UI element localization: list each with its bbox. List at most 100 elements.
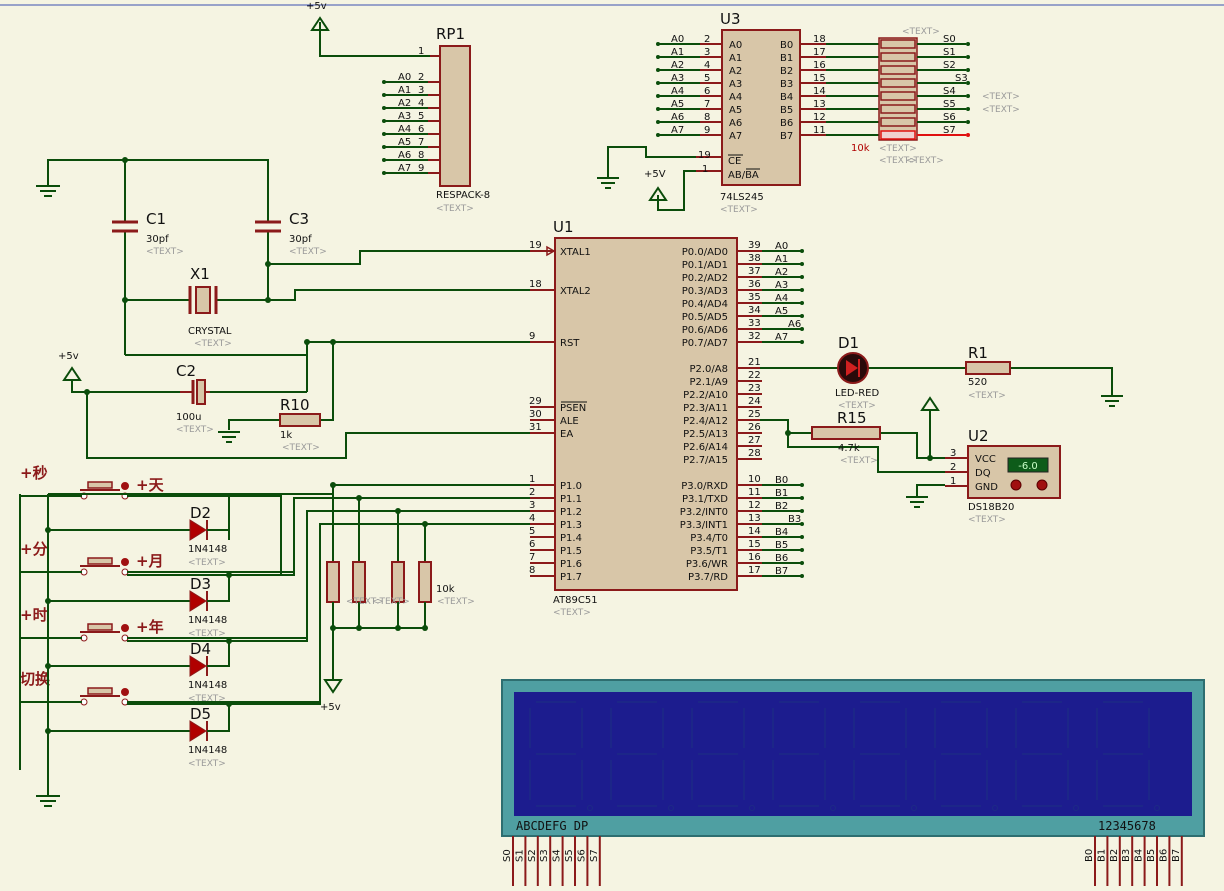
u1-pin-label: P3.4/T0 bbox=[690, 533, 728, 544]
rp1-pins: A0 2 A1 3 A2 4 A3 5 A4 6 A5 7 A6 8 A7 9 bbox=[382, 72, 440, 175]
net-terminal-dot bbox=[656, 42, 660, 46]
u3-pin-num: 18 bbox=[813, 34, 826, 45]
u1-pin-num: 12 bbox=[748, 500, 761, 511]
u1-pin-label: P3.3/INT1 bbox=[680, 520, 728, 531]
rp1-pin-num: 5 bbox=[418, 111, 424, 122]
pullup-resistor-body bbox=[326, 561, 340, 603]
u1-pin-label: P0.4/AD4 bbox=[682, 299, 728, 310]
u1-pin-label: P0.3/AD3 bbox=[682, 286, 728, 297]
button-label-left: +分 bbox=[20, 540, 48, 558]
u1-pin-num: 23 bbox=[748, 383, 761, 394]
push-button-cap[interactable] bbox=[87, 687, 113, 695]
vcc-label-reset: +5v bbox=[58, 351, 79, 362]
c1-ref: C1 bbox=[146, 210, 166, 228]
u1-pin-num: 30 bbox=[529, 409, 542, 420]
u1-net-label: A3 bbox=[775, 280, 788, 291]
r10-resistor[interactable]: R10 1k <TEXT> bbox=[279, 396, 321, 453]
u1-pin-label: P1.4 bbox=[560, 533, 582, 544]
c3-capacitor[interactable]: C3 30pf <TEXT> bbox=[255, 210, 327, 257]
u1-pin-label: P1.5 bbox=[560, 546, 582, 557]
display-segment-label: ABCDEFG DP bbox=[516, 819, 588, 833]
junction-dot bbox=[226, 638, 232, 644]
c1-text: <TEXT> bbox=[146, 247, 184, 257]
diode-body bbox=[189, 519, 207, 541]
ds18b20-down-button[interactable] bbox=[1010, 479, 1022, 491]
u2-pin-label: VCC bbox=[975, 454, 996, 465]
u1-pin-label: P2.1/A9 bbox=[689, 377, 728, 388]
d1-led[interactable]: D1 LED-RED <TEXT> bbox=[835, 334, 879, 411]
ground-led bbox=[1101, 395, 1123, 407]
c2-text: <TEXT> bbox=[176, 425, 214, 435]
r1-resistor[interactable]: R1 520 <TEXT> bbox=[965, 344, 1011, 401]
push-button-actuator[interactable] bbox=[121, 688, 129, 696]
ds18b20-up-button[interactable] bbox=[1036, 479, 1048, 491]
display-digit-pin-label: B6 bbox=[1158, 849, 1169, 862]
button-label-right: +天 bbox=[136, 476, 165, 494]
push-button-cap[interactable] bbox=[87, 481, 113, 489]
rst-wire bbox=[125, 341, 530, 356]
rp1-pin-num: 6 bbox=[418, 124, 424, 135]
vcc-arrow-u3: +5V bbox=[644, 169, 668, 201]
u1-net-label: B4 bbox=[775, 527, 788, 538]
u1-pin-num: 19 bbox=[529, 240, 542, 251]
ground-osc bbox=[36, 185, 60, 197]
rp1-pin-num: 3 bbox=[418, 85, 424, 96]
u3-ce-num: 19 bbox=[698, 150, 711, 161]
u2-pin-num: 3 bbox=[950, 448, 956, 459]
pullup-value: 10k bbox=[436, 584, 455, 595]
rnet-out-label: S2 bbox=[943, 60, 956, 71]
u1-pin-label: P1.7 bbox=[560, 572, 582, 583]
u1-pin-label: P2.5/A13 bbox=[683, 429, 728, 440]
c1-capacitor[interactable]: C1 30pf <TEXT> bbox=[112, 210, 184, 257]
pullup-resistor-body bbox=[352, 561, 366, 603]
rnet-resistor bbox=[880, 65, 916, 75]
pullup-resistor-body bbox=[418, 561, 432, 603]
u1-pin-label: P1.0 bbox=[560, 481, 582, 492]
vcc-arrow-ds18b20 bbox=[920, 396, 940, 411]
u1-pin-num: 27 bbox=[748, 435, 761, 446]
rp1-pin-num: 9 bbox=[418, 163, 424, 174]
rnet-out-label: S1 bbox=[943, 47, 956, 58]
u1-pin-num: 26 bbox=[748, 422, 761, 433]
u1-net-label: A7 bbox=[775, 332, 788, 343]
ground-reset bbox=[218, 431, 240, 443]
u1-net-label: A2 bbox=[775, 267, 788, 278]
pullup-text-2: <TEXT> bbox=[372, 597, 410, 607]
u2-ref: U2 bbox=[968, 427, 989, 445]
push-button-actuator[interactable] bbox=[121, 482, 129, 490]
u3-pin-num: 6 bbox=[704, 86, 710, 97]
net-terminal-dot bbox=[656, 81, 660, 85]
rp1-net-label: A2 bbox=[398, 98, 411, 109]
u1-pin-label: P2.3/A11 bbox=[683, 403, 728, 414]
rnet-text-1: <TEXT> bbox=[879, 144, 917, 154]
u3-74ls245[interactable]: U3 74LS245 <TEXT> A0 2 A0 A1 3 A1 A2 4 A2 A3 5 A3 A4… bbox=[656, 10, 879, 215]
u1-net-label: B1 bbox=[775, 488, 788, 499]
junction-dot bbox=[330, 482, 336, 488]
u2-part: DS18B20 bbox=[968, 502, 1014, 513]
u1-pin-num: 14 bbox=[748, 526, 761, 537]
u2-ds18b20[interactable]: U2 DS18B20 <TEXT> 3 VCC 2 DQ 1 GND -6.0 bbox=[945, 427, 1061, 525]
r15-resistor[interactable]: R15 4.7k <TEXT> bbox=[811, 409, 881, 466]
u3-pin-label: B1 bbox=[780, 53, 793, 64]
net-terminal-dot bbox=[800, 262, 804, 266]
u1-pin-num: 24 bbox=[748, 396, 761, 407]
rp1-resistor-pack[interactable]: RP1 RESPACK-8 <TEXT> 1 A0 2A1 3A2 4A3 5A4 6A5… bbox=[382, 25, 490, 214]
temperature-value: -6.0 bbox=[1018, 461, 1038, 472]
push-button-actuator[interactable] bbox=[121, 558, 129, 566]
rp1-net-label: A4 bbox=[398, 124, 411, 135]
u1-pin-label: P3.6/WR bbox=[686, 559, 728, 570]
vcc-arrow-pullups: +5v bbox=[320, 679, 343, 713]
c2-ref: C2 bbox=[176, 362, 196, 380]
x1-crystal[interactable]: X1 CRYSTAL <TEXT> bbox=[188, 265, 232, 349]
push-button-cap[interactable] bbox=[87, 557, 113, 565]
vcc-label-pullups: +5v bbox=[320, 702, 341, 713]
c2-capacitor[interactable]: C2 100u <TEXT> bbox=[176, 362, 214, 435]
u1-at89c51[interactable]: U1 AT89C51 <TEXT> 19XTAL118XTAL29RST29PS… bbox=[529, 218, 804, 618]
display-seg-pin-label: S6 bbox=[576, 849, 587, 862]
push-button-cap[interactable] bbox=[87, 623, 113, 631]
u1-pin-num: 9 bbox=[529, 331, 535, 342]
schematic-canvas: RP1 RESPACK-8 <TEXT> 1 A0 2 A1 3 A2 4 A3 5 A4 6 A5… bbox=[0, 0, 1224, 886]
seven-segment-display[interactable]: ABCDEFG DP 12345678 S0 S1 S2 S3 S4 S5 S6 S7 B0 B1… bbox=[501, 679, 1205, 886]
push-button-actuator[interactable] bbox=[121, 624, 129, 632]
u1-pin-num: 34 bbox=[748, 305, 761, 316]
